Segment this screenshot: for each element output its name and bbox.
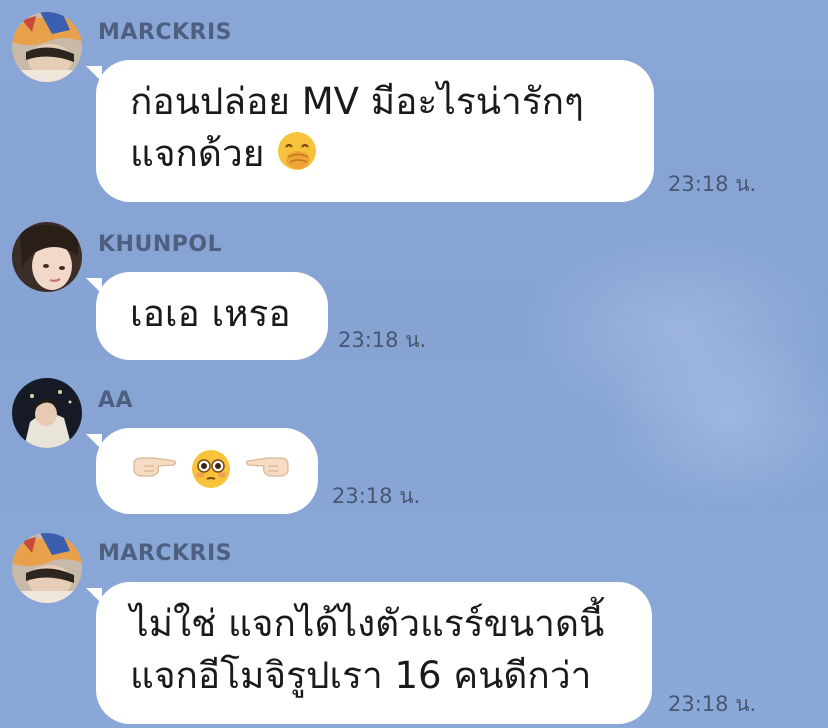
message-text-line: ก่อนปล่อย MV มีอะไรน่ารักๆ (130, 80, 584, 123)
message-bubble[interactable] (86, 428, 318, 514)
message-text-line: เอเอ เหรอ (130, 292, 291, 335)
avatar[interactable] (12, 378, 82, 448)
message-bubble[interactable]: ไม่ใช่ แจกได้ไงตัวแรร์ขนาดนี้ แจกอีโมจิร… (86, 582, 652, 724)
sender-name: MARCKRIS (98, 541, 233, 566)
sender-name: KHUNPOL (98, 232, 223, 257)
timestamp: 23:18 น. (668, 692, 757, 716)
pointing-left-hand-emoji-icon (244, 444, 292, 477)
avatar[interactable] (12, 12, 82, 82)
message-bubble[interactable]: ก่อนปล่อย MV มีอะไรน่ารักๆ แจกด้วย (86, 60, 654, 202)
message-bubble[interactable]: เอเอ เหรอ (86, 272, 328, 360)
hand-over-mouth-emoji-icon (276, 130, 318, 172)
timestamp: 23:18 น. (332, 484, 421, 508)
message-text-line: ไม่ใช่ แจกได้ไงตัวแรร์ขนาดนี้ (130, 602, 605, 645)
sender-name: AA (98, 388, 134, 413)
message-text-line: แจกด้วย (130, 128, 620, 180)
timestamp: 23:18 น. (338, 328, 427, 352)
timestamp: 23:18 น. (668, 172, 757, 196)
sender-name: MARCKRIS (98, 20, 233, 45)
chat-area[interactable]: MARCKRIS ก่อนปล่อย MV มีอะไรน่ารักๆ แจกด… (0, 0, 828, 728)
avatar[interactable] (12, 533, 82, 603)
message-emoji-line (130, 444, 289, 498)
message-text: แจกด้วย (130, 132, 265, 175)
avatar[interactable] (12, 222, 82, 292)
flushed-face-emoji-icon (190, 448, 232, 490)
pointing-right-hand-emoji-icon (130, 444, 178, 477)
message-text-line: แจกอีโมจิรูปเรา 16 คนดีกว่า (130, 654, 592, 697)
